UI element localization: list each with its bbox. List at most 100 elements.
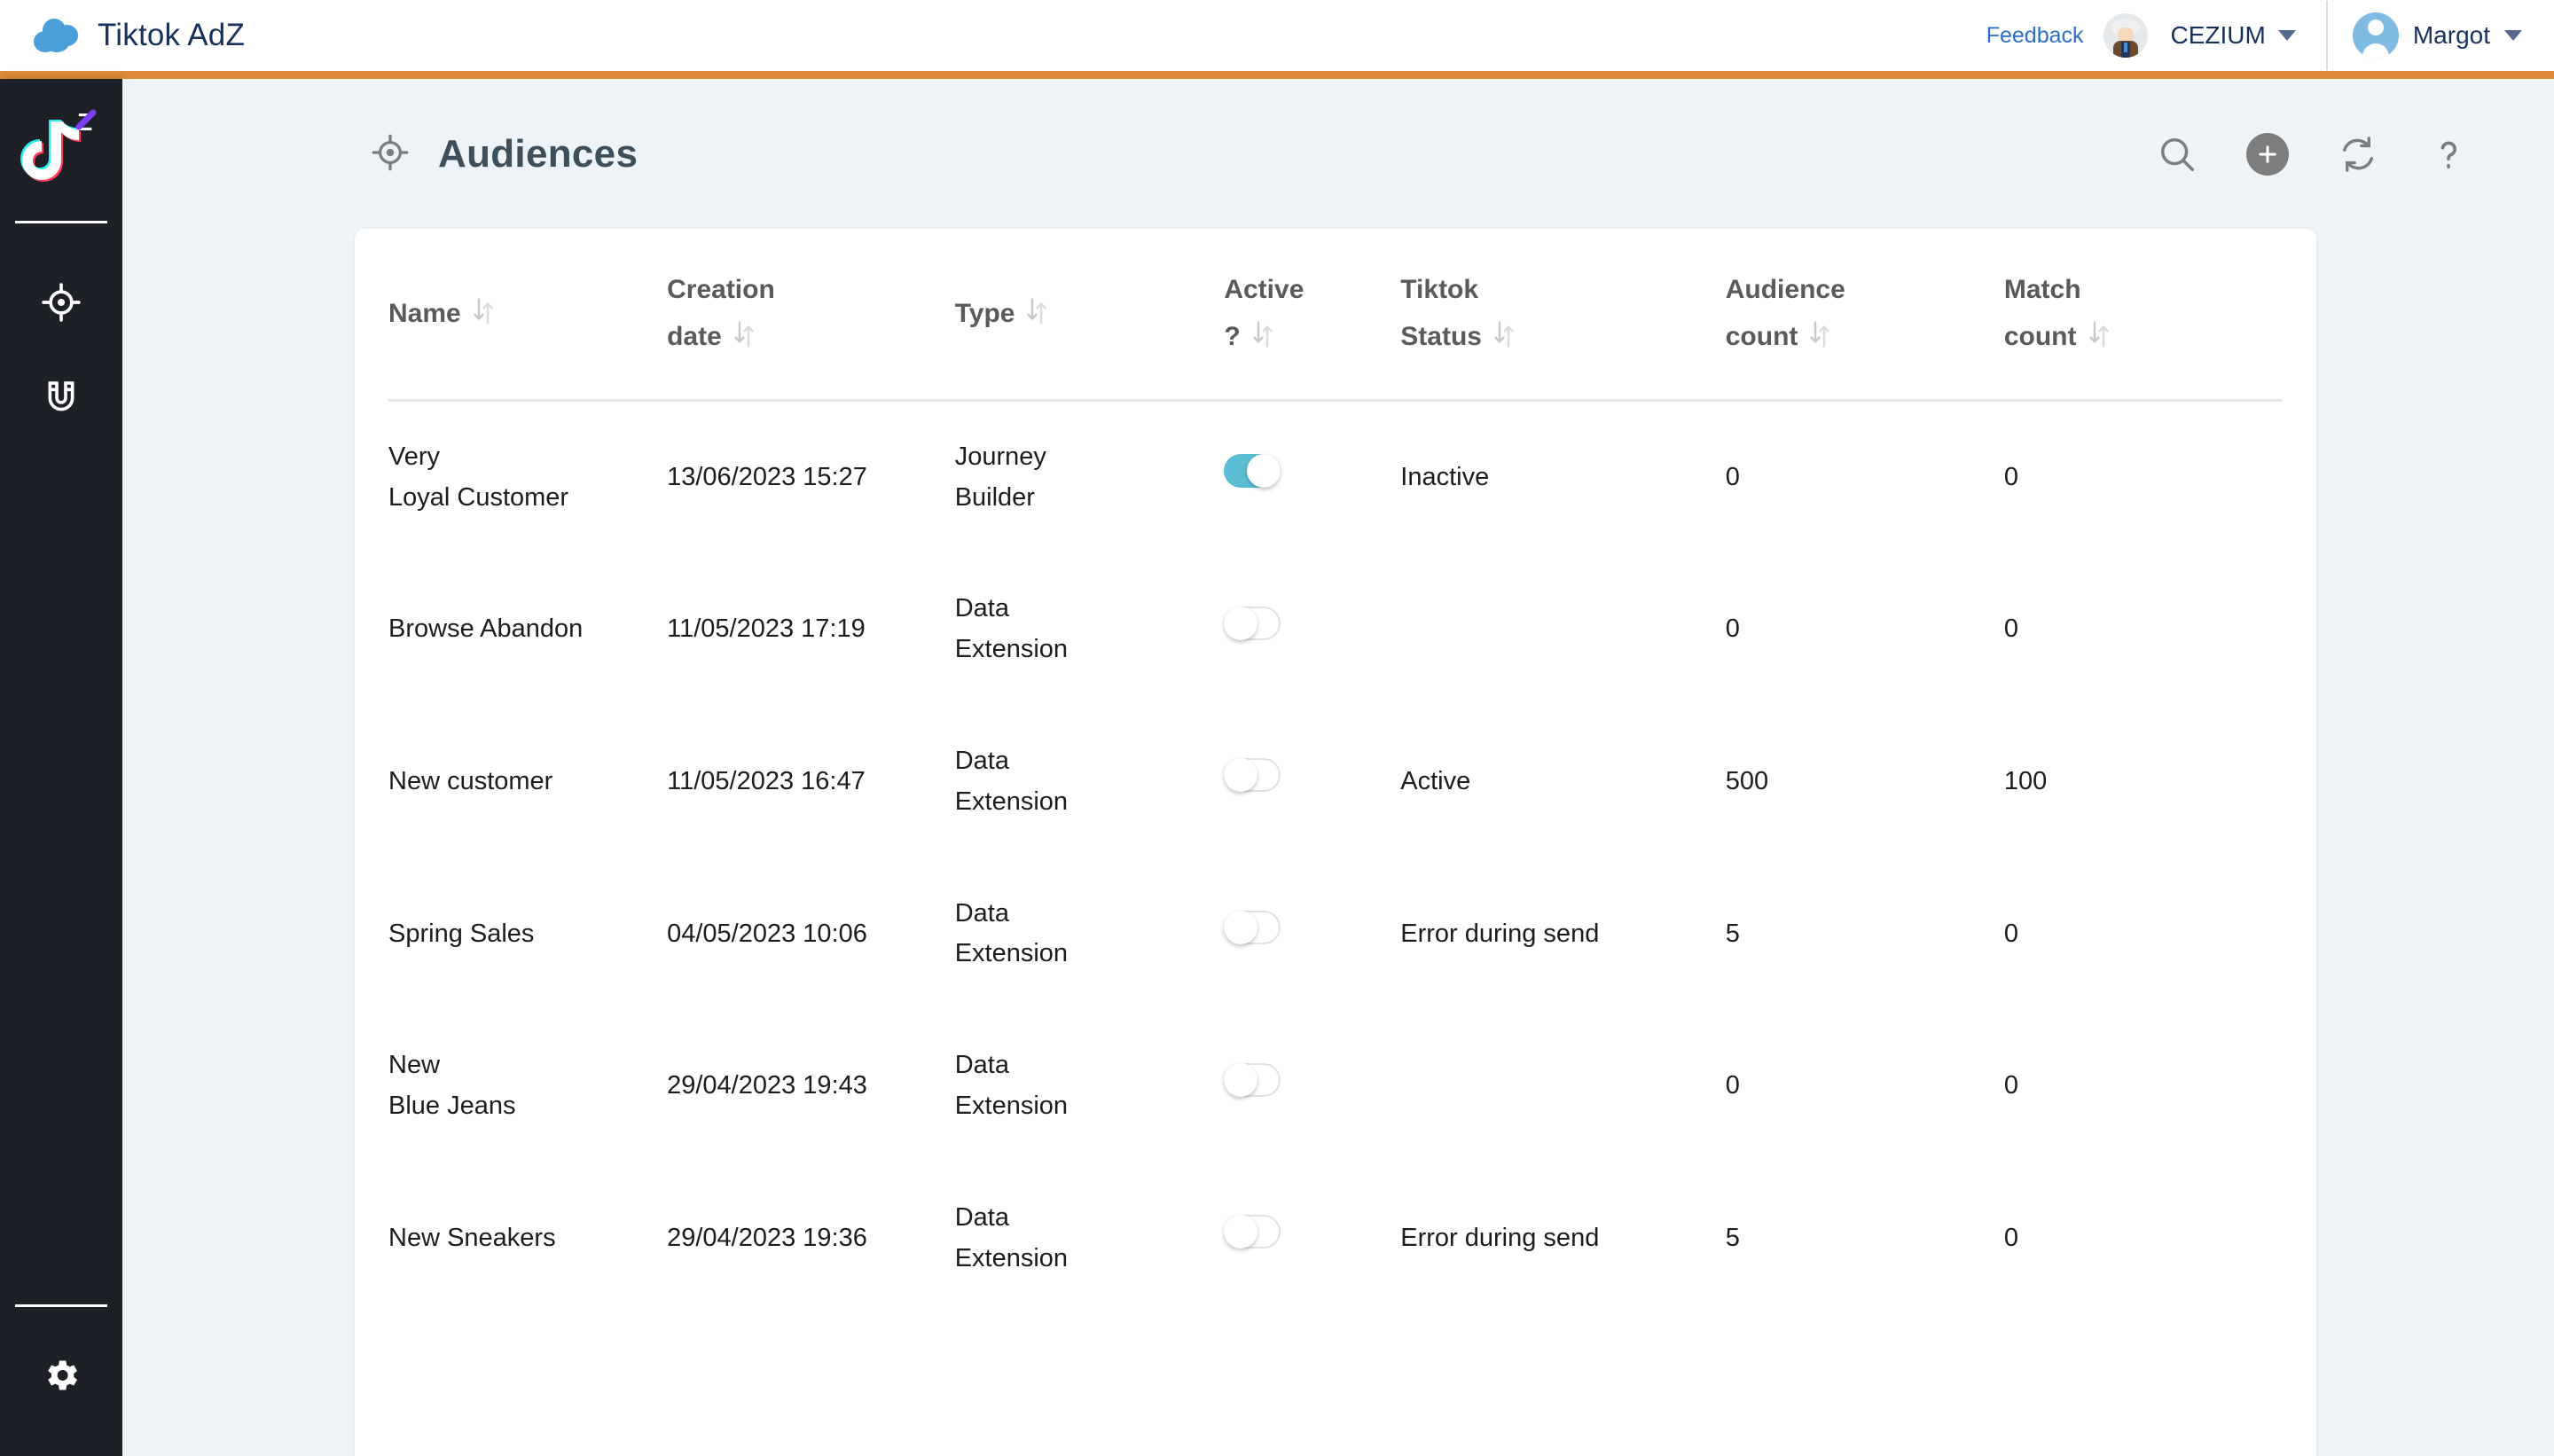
active-toggle[interactable] [1224,606,1281,640]
table-header-tiktok_status[interactable]: Tiktok Status [1400,229,1725,400]
toggle-knob [1247,454,1281,489]
cell-audience_count: 5 [1725,919,1740,948]
cell-creation_date: 29/04/2023 19:43 [667,1071,867,1100]
toggle-knob [1224,606,1258,640]
toggle-knob [1224,758,1258,793]
cell-tiktok_status: Active [1400,766,1471,795]
active-toggle[interactable] [1224,454,1281,489]
cell-match_count: 0 [2003,462,2018,491]
active-toggle[interactable] [1224,1215,1281,1249]
cell-type: Data Extension [954,1202,1069,1272]
cell-active[interactable] [1224,553,1400,706]
cell-match_count: 100 [2003,766,2048,795]
help-button[interactable] [2425,130,2472,178]
table-row[interactable]: Spring Sales 04/05/2023 10:06 Data Extensio… [388,858,2283,1011]
table-header-label: Active [1224,275,1304,304]
user-menu[interactable]: Margot [2328,12,2554,59]
org-selector[interactable]: CEZIUM [2148,11,2326,60]
cell-name: New Sneakers [388,1223,556,1252]
table-header-match_count[interactable]: Match count [2004,229,2283,400]
cell-tiktok_status: Error during send [1400,1223,1600,1252]
plus-icon [2246,133,2289,176]
brand[interactable]: Tiktok AdZ [0,17,245,54]
table-header-name[interactable]: Name [388,229,667,400]
sort-icon[interactable] [1808,316,1831,363]
top-bar-right: Feedback CEZIUM Margot [1986,0,2554,71]
cell-tiktok_status [1400,1010,1725,1162]
salesforce-cloud-icon [32,17,80,54]
sort-icon[interactable] [1251,316,1274,363]
table-header-label: Name [388,298,461,328]
sort-icon[interactable] [1025,293,1048,340]
table-header-audience_count[interactable]: Audience count [1726,229,2004,400]
cell-name: Browse Abandon [388,614,584,644]
cell-name: Very Loyal Customer [388,442,569,512]
refresh-button[interactable] [2334,130,2382,178]
top-bar: Tiktok AdZ Feedback CEZIUM Margot [0,0,2554,71]
sidebar-item-retargeting[interactable] [30,365,92,427]
sort-icon[interactable] [733,316,756,363]
cell-audience_count: 500 [1725,766,1769,795]
cell-active[interactable] [1224,1162,1400,1315]
sort-icon[interactable] [472,293,495,340]
cell-name: Spring Sales [388,919,535,948]
table-header-label: ? [1224,322,1241,352]
table-header-active[interactable]: Active? [1224,229,1400,400]
table-header: Name Creation date Type Active? Tiktok Status A… [388,229,2283,401]
table-row[interactable]: New Sneakers 29/04/2023 19:36 Data Extensio… [388,1162,2283,1315]
audiences-card: Name Creation date Type Active? Tiktok Status A… [355,229,2316,1456]
table-row[interactable]: New customer 11/05/2023 16:47 Data Extensio… [388,706,2283,858]
cell-type: Journey Builder [954,442,1046,512]
user-name: Margot [2412,21,2490,49]
accent-bar [0,71,2554,79]
page-title: Audiences [438,132,638,176]
brand-name: Tiktok AdZ [98,18,246,52]
cell-active[interactable] [1224,1010,1400,1162]
table-header-label: Audience [1725,275,1845,304]
sidebar-divider [15,221,107,223]
feedback-link[interactable]: Feedback [1986,23,2104,49]
active-toggle[interactable] [1224,1062,1281,1097]
org-name: CEZIUM [2170,21,2266,49]
sort-icon[interactable] [2088,316,2111,363]
cell-audience_count: 0 [1725,1071,1740,1100]
add-button[interactable] [2244,130,2292,178]
table-header-label: Status [1400,322,1482,352]
cell-creation_date: 11/05/2023 16:47 [667,766,866,795]
chevron-down-icon [2277,30,2296,41]
cell-active[interactable] [1224,858,1400,1011]
sort-icon[interactable] [1492,316,1516,363]
cell-audience_count: 0 [1725,462,1740,491]
cell-name: New customer [388,766,553,795]
table-header-label: Creation [667,275,775,304]
active-toggle[interactable] [1224,911,1281,945]
search-button[interactable] [2153,130,2201,178]
avatar [2352,12,2399,59]
tiktok-z-logo-icon[interactable]: Z [17,107,106,192]
einstein-avatar-icon[interactable] [2103,13,2148,58]
sidebar-footer-divider [15,1304,107,1307]
target-icon [371,133,410,176]
cell-type: Data Extension [954,898,1069,968]
table-row[interactable]: Browse Abandon 11/05/2023 17:19 Data Extens… [388,553,2283,706]
cell-active[interactable] [1224,706,1400,858]
cell-creation_date: 04/05/2023 10:06 [667,919,867,948]
toggle-knob [1224,1215,1258,1249]
page-header: Audiences [122,79,2554,178]
cell-creation_date: 13/06/2023 15:27 [667,462,867,491]
table-row[interactable]: Very Loyal Customer 13/06/2023 15:27 Journ… [388,400,2283,553]
cell-audience_count: 0 [1725,614,1740,644]
table-header-label: count [1725,322,1798,352]
table-row[interactable]: New Blue Jeans 29/04/2023 19:43 Data Extens… [388,1010,2283,1162]
table-header-creation_date[interactable]: Creation date [667,229,955,400]
sidebar-item-settings[interactable] [30,1344,92,1406]
main-content: Audiences Name Creation date Type Active… [122,79,2554,1456]
cell-tiktok_status [1400,553,1725,706]
table-header-type[interactable]: Type [955,229,1225,400]
active-toggle[interactable] [1224,758,1281,793]
cell-active[interactable] [1224,400,1400,553]
cell-tiktok_status: Error during send [1400,919,1600,948]
sidebar: Z [0,79,122,1456]
sidebar-item-audiences[interactable] [30,271,92,333]
toggle-knob [1224,911,1258,945]
